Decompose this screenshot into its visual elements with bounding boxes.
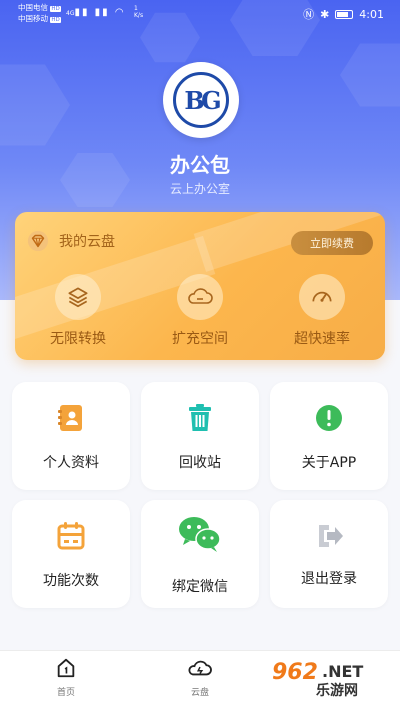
cloud-disk-icon — [188, 660, 212, 676]
tile-function-count[interactable]: 功能次数 — [12, 500, 130, 608]
logo-mark: BG — [173, 72, 229, 128]
nav-label: 首页 — [56, 688, 75, 698]
layers-icon — [68, 287, 88, 308]
feature-label: 超快速率 — [294, 331, 350, 347]
feature-unlimited-convert[interactable]: 无限转换 — [33, 274, 123, 348]
nav-cloud-disk[interactable]: 云盘 — [170, 657, 230, 698]
tile-label: 功能次数 — [43, 573, 99, 589]
feature-expand-space[interactable]: 扩充空间 — [155, 274, 245, 348]
site-watermark: 962 .NET 乐游网 — [266, 658, 394, 700]
tile-logout[interactable]: 退出登录 — [270, 500, 388, 608]
home-icon — [57, 658, 75, 678]
calendar-icon — [57, 522, 85, 550]
status-bar: 中国电信 HD 中国移动 HD 4G▮▮ ▮▮ ◠ 1 K/s Ⓝ ✱ 4:01 — [0, 0, 400, 26]
status-right: Ⓝ ✱ 4:01 — [303, 6, 384, 22]
watermark-net: .NET — [322, 662, 364, 681]
hd-badge: HD — [50, 6, 61, 12]
renew-button[interactable]: 立即续费 — [291, 231, 373, 255]
tile-label: 个人资料 — [43, 455, 99, 471]
tile-label: 回收站 — [179, 455, 221, 471]
net-rate: 1 K/s — [134, 5, 143, 19]
feature-circle — [299, 274, 345, 320]
net-type: 4G — [66, 10, 75, 17]
nfc-icon: Ⓝ — [303, 8, 315, 21]
carrier-info: 中国电信 HD 中国移动 HD — [18, 3, 61, 25]
cloud-disk-title: 我的云盘 — [59, 234, 115, 250]
hd-badge-2: HD — [50, 17, 61, 23]
diamond-icon — [27, 230, 49, 252]
nav-home[interactable]: 首页 — [36, 657, 96, 698]
carrier-1: 中国电信 — [18, 3, 48, 12]
bluetooth-icon: ✱ — [320, 7, 330, 21]
feature-circle — [177, 274, 223, 320]
tile-bind-wechat[interactable]: 绑定微信 — [141, 500, 259, 608]
tile-label: 退出登录 — [301, 571, 357, 587]
status-time: 4:01 — [359, 7, 384, 21]
contacts-book-icon — [58, 405, 82, 431]
app-subtitle: 云上办公室 — [169, 182, 230, 196]
tile-profile[interactable]: 个人资料 — [12, 382, 130, 490]
logout-icon — [319, 525, 343, 547]
app-logo[interactable]: BG — [163, 62, 239, 138]
watermark-number: 962 — [272, 660, 318, 685]
signal-icon: 4G▮▮ ▮▮ ◠ — [66, 7, 126, 18]
nav-label: 云盘 — [190, 688, 209, 698]
tile-recycle-bin[interactable]: 回收站 — [141, 382, 259, 490]
cloud-icon — [188, 288, 213, 304]
carrier-2: 中国移动 — [18, 14, 48, 23]
feature-fast-speed[interactable]: 超快速率 — [277, 274, 367, 348]
feature-circle — [55, 274, 101, 320]
wechat-icon — [179, 517, 221, 552]
cloud-disk-card[interactable]: 我的云盘 立即续费 无限转换 扩充空间 超快速率 — [15, 212, 385, 360]
trash-icon — [189, 404, 211, 431]
speedometer-icon — [312, 291, 332, 302]
tile-label: 关于APP — [301, 455, 357, 471]
feature-label: 无限转换 — [50, 331, 106, 347]
info-icon — [316, 405, 342, 431]
net-rate-value: 1 — [134, 5, 138, 12]
watermark-site: 乐游网 — [316, 683, 358, 699]
tile-label: 绑定微信 — [172, 579, 228, 595]
net-rate-unit: K/s — [134, 12, 144, 19]
cloud-disk-header: 我的云盘 — [27, 230, 115, 252]
feature-label: 扩充空间 — [172, 331, 228, 347]
tile-about-app[interactable]: 关于APP — [270, 382, 388, 490]
app-name: 办公包 — [170, 153, 230, 177]
battery-icon — [335, 9, 354, 19]
